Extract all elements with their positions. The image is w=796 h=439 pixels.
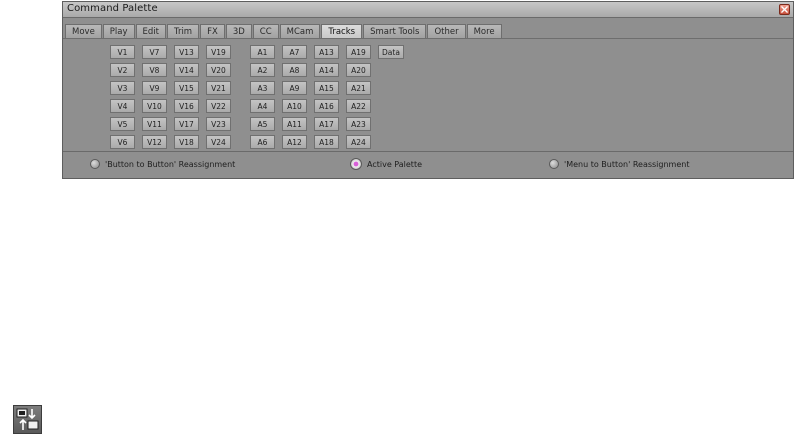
radio-label-button-to-button: 'Button to Button' Reassignment (105, 159, 236, 169)
video-track-button-v6[interactable]: V6 (110, 135, 135, 149)
audio-track-button-a7[interactable]: A7 (282, 45, 307, 59)
radio-label-active-palette: Active Palette (367, 159, 422, 169)
video-track-button-v15[interactable]: V15 (174, 81, 199, 95)
audio-track-button-a10[interactable]: A10 (282, 99, 307, 113)
audio-track-button-a6[interactable]: A6 (250, 135, 275, 149)
video-track-button-v23[interactable]: V23 (206, 117, 231, 131)
tab-play[interactable]: Play (102, 24, 135, 38)
close-icon (781, 6, 788, 13)
window-title: Command Palette (67, 3, 158, 14)
video-track-button-v7[interactable]: V7 (142, 45, 167, 59)
command-palette-window: Command Palette Move Play Edit Trim FX 3D CC MC… (62, 1, 794, 179)
audio-track-button-a21[interactable]: A21 (346, 81, 371, 95)
tab-smart-tools[interactable]: Smart Tools (363, 24, 427, 38)
video-track-button-v8[interactable]: V8 (142, 63, 167, 77)
tab-edit[interactable]: Edit (135, 24, 166, 38)
mode-active-palette[interactable]: Active Palette (350, 158, 422, 170)
tab-more[interactable]: More (466, 24, 502, 38)
audio-track-button-a4[interactable]: A4 (250, 99, 275, 113)
audio-track-button-a3[interactable]: A3 (250, 81, 275, 95)
tab-move[interactable]: Move (65, 24, 102, 38)
mode-menu-to-button[interactable]: 'Menu to Button' Reassignment (549, 159, 689, 169)
audio-track-button-a1[interactable]: A1 (250, 45, 275, 59)
audio-track-button-a20[interactable]: A20 (346, 63, 371, 77)
video-track-button-v18[interactable]: V18 (174, 135, 199, 149)
video-track-button-v11[interactable]: V11 (142, 117, 167, 131)
audio-track-button-a17[interactable]: A17 (314, 117, 339, 131)
video-track-button-v21[interactable]: V21 (206, 81, 231, 95)
data-track-button[interactable]: Data (378, 45, 404, 59)
video-track-button-v19[interactable]: V19 (206, 45, 231, 59)
radio-active-palette[interactable] (350, 158, 362, 170)
video-track-button-v17[interactable]: V17 (174, 117, 199, 131)
video-track-button-v22[interactable]: V22 (206, 99, 231, 113)
audio-track-button-a18[interactable]: A18 (314, 135, 339, 149)
audio-track-button-a24[interactable]: A24 (346, 135, 371, 149)
audio-track-button-a13[interactable]: A13 (314, 45, 339, 59)
audio-track-button-a11[interactable]: A11 (282, 117, 307, 131)
video-track-button-v1[interactable]: V1 (110, 45, 135, 59)
video-track-button-v24[interactable]: V24 (206, 135, 231, 149)
tab-cc[interactable]: CC (252, 24, 279, 38)
video-track-button-v5[interactable]: V5 (110, 117, 135, 131)
audio-track-grid: A1 A7 A13 A19 A2 A8 A14 A20 A3 A9 A15 A21 A4 A10 A16 A2… (250, 45, 371, 149)
video-track-button-v4[interactable]: V4 (110, 99, 135, 113)
video-track-button-v13[interactable]: V13 (174, 45, 199, 59)
palette-reassign-glyph (16, 408, 39, 430)
audio-track-button-a16[interactable]: A16 (314, 99, 339, 113)
title-bar[interactable]: Command Palette (63, 2, 793, 18)
audio-track-button-a22[interactable]: A22 (346, 99, 371, 113)
audio-track-button-a12[interactable]: A12 (282, 135, 307, 149)
tab-mcam[interactable]: MCam (279, 24, 321, 38)
close-button[interactable] (779, 4, 790, 15)
radio-menu-to-button[interactable] (549, 159, 559, 169)
audio-track-button-a8[interactable]: A8 (282, 63, 307, 77)
video-track-button-v14[interactable]: V14 (174, 63, 199, 77)
tab-trim[interactable]: Trim (167, 24, 200, 38)
tab-fx[interactable]: FX (200, 24, 225, 38)
tab-3d[interactable]: 3D (225, 24, 252, 38)
audio-track-button-a14[interactable]: A14 (314, 63, 339, 77)
tab-divider (63, 38, 793, 39)
audio-track-button-a23[interactable]: A23 (346, 117, 371, 131)
audio-track-button-a2[interactable]: A2 (250, 63, 275, 77)
audio-track-button-a5[interactable]: A5 (250, 117, 275, 131)
audio-track-button-a9[interactable]: A9 (282, 81, 307, 95)
mode-divider (63, 151, 793, 152)
mode-button-to-button[interactable]: 'Button to Button' Reassignment (90, 159, 235, 169)
tab-bar: Move Play Edit Trim FX 3D CC MCam Tracks Smart To… (65, 24, 503, 39)
video-track-button-v20[interactable]: V20 (206, 63, 231, 77)
video-track-button-v2[interactable]: V2 (110, 63, 135, 77)
video-track-button-v16[interactable]: V16 (174, 99, 199, 113)
video-track-grid: V1 V7 V13 V19 V2 V8 V14 V20 V3 V9 V15 V21 V4 V10 V16 V2… (110, 45, 231, 149)
palette-reassign-icon[interactable] (13, 405, 42, 434)
video-track-button-v10[interactable]: V10 (142, 99, 167, 113)
tab-tracks[interactable]: Tracks (321, 24, 363, 38)
audio-track-button-a15[interactable]: A15 (314, 81, 339, 95)
radio-label-menu-to-button: 'Menu to Button' Reassignment (564, 159, 690, 169)
video-track-button-v3[interactable]: V3 (110, 81, 135, 95)
audio-track-button-a19[interactable]: A19 (346, 45, 371, 59)
video-track-button-v12[interactable]: V12 (142, 135, 167, 149)
video-track-button-v9[interactable]: V9 (142, 81, 167, 95)
radio-button-to-button[interactable] (90, 159, 100, 169)
tab-other[interactable]: Other (427, 24, 466, 38)
